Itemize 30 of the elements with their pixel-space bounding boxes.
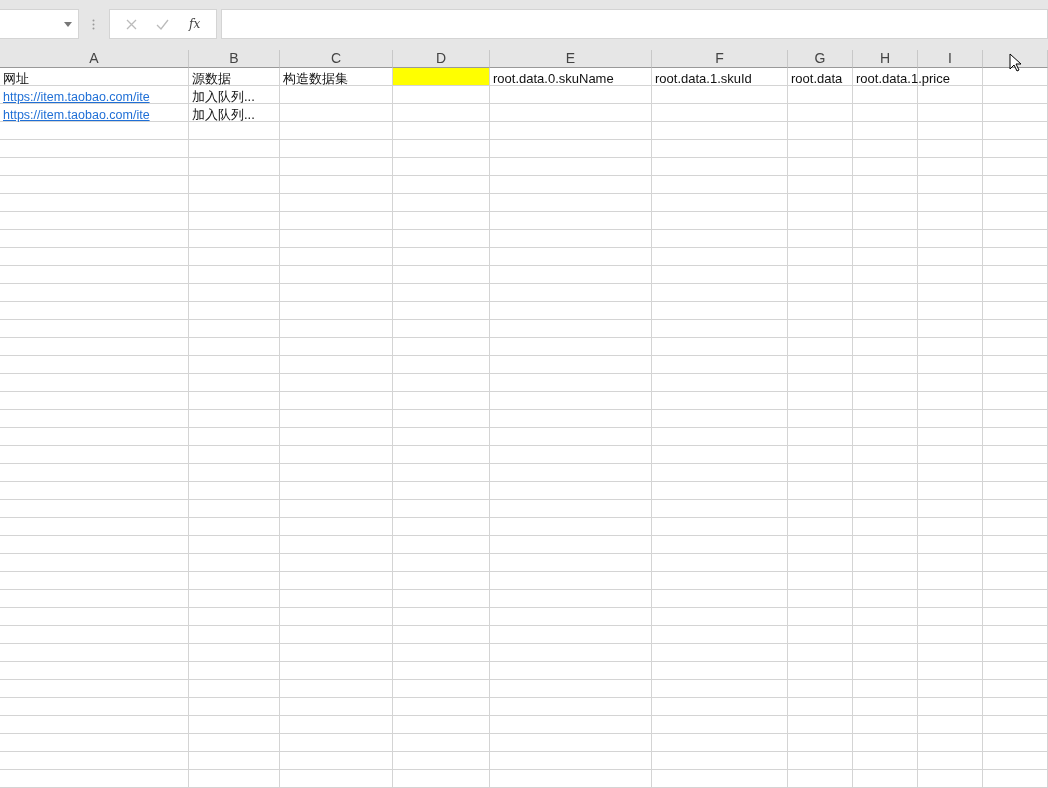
cell-text: 构造数据集: [282, 71, 348, 86]
column-header[interactable]: I: [918, 50, 983, 68]
column-header[interactable]: H: [853, 50, 918, 68]
checkmark-icon[interactable]: [156, 18, 170, 30]
cell-link[interactable]: https://item.taobao.com/ite: [0, 108, 150, 122]
column-header[interactable]: [983, 50, 1048, 68]
column-header[interactable]: D: [393, 50, 490, 68]
cancel-icon[interactable]: [125, 18, 137, 30]
column-header[interactable]: A: [0, 50, 189, 68]
cell-text: 加入队列...: [191, 107, 255, 122]
column-header[interactable]: F: [652, 50, 788, 68]
column-header[interactable]: C: [280, 50, 393, 68]
caret-icon: [64, 21, 72, 27]
cell-text: root.data.1.skuId: [654, 71, 752, 86]
name-box[interactable]: [0, 9, 79, 39]
column-header[interactable]: B: [189, 50, 280, 68]
column-header[interactable]: G: [788, 50, 853, 68]
cell-text: root.data.0.skuName: [492, 71, 614, 86]
mouse-pointer-icon: [1009, 53, 1021, 72]
cell-text: 网址: [2, 71, 29, 86]
formula-input-field[interactable]: [221, 9, 1048, 39]
insert-function-button[interactable]: fx: [189, 17, 201, 31]
drag-handle-icon[interactable]: [92, 18, 95, 30]
cell-text: 加入队列...: [191, 89, 255, 104]
highlighted-cell[interactable]: [393, 68, 489, 85]
column-header[interactable]: E: [490, 50, 652, 68]
cell-text: root.data: [790, 71, 843, 86]
cell-link[interactable]: https://item.taobao.com/ite: [0, 90, 150, 104]
cell-text: 源数据: [191, 71, 231, 86]
cell-text: root.data.1.price: [855, 71, 950, 86]
